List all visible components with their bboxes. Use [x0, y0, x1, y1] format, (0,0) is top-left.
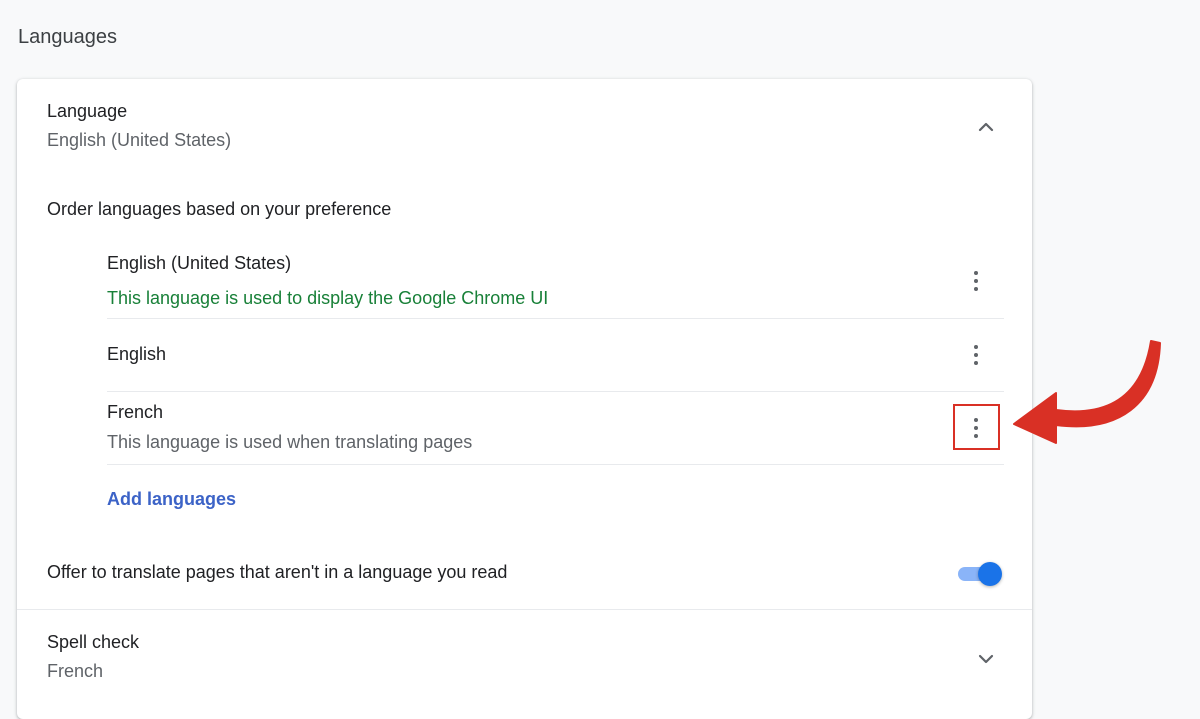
language-heading: Language	[47, 101, 128, 121]
spell-check-heading: Spell check	[47, 632, 140, 652]
curved-arrow-icon	[1008, 335, 1178, 475]
toggle-knob	[978, 562, 1002, 586]
language-name: French	[107, 402, 164, 422]
section-divider	[17, 609, 1032, 610]
add-languages-link[interactable]: Add languages	[107, 489, 236, 510]
highlight-box	[953, 404, 1000, 450]
language-name: English (United States)	[107, 253, 292, 273]
language-current-value: English (United States)	[47, 130, 232, 150]
row-divider	[107, 464, 1004, 465]
more-vert-icon[interactable]	[966, 343, 986, 367]
chevron-down-icon	[978, 654, 994, 664]
languages-card: Language English (United States) Order l…	[17, 79, 1032, 719]
language-row-english: English	[107, 319, 1004, 392]
more-vert-icon[interactable]	[966, 269, 986, 293]
order-languages-label: Order languages based on your preference	[47, 199, 392, 219]
spell-check-expand-button[interactable]	[974, 647, 998, 671]
offer-translate-label: Offer to translate pages that aren't in …	[47, 562, 508, 582]
language-note: This language is used when translating p…	[107, 432, 473, 452]
language-row-english-us: English (United States) This language is…	[107, 249, 1004, 319]
section-title: Languages	[18, 26, 117, 48]
offer-translate-toggle[interactable]	[956, 560, 1004, 588]
language-name: English	[107, 344, 167, 364]
language-row-french: French This language is used when transl…	[107, 391, 1004, 465]
language-collapse-button[interactable]	[974, 115, 998, 139]
spell-check-language: French	[47, 661, 104, 681]
language-note: This language is used to display the Goo…	[107, 288, 549, 308]
chevron-up-icon	[978, 122, 994, 132]
